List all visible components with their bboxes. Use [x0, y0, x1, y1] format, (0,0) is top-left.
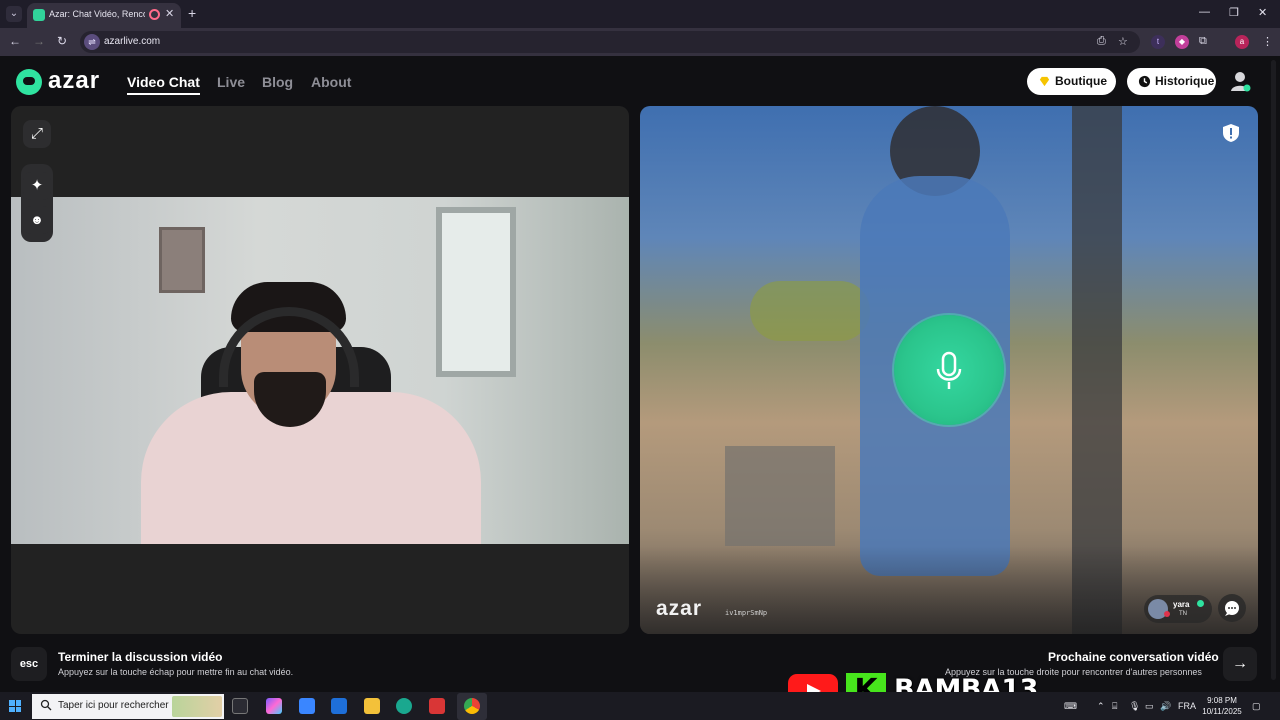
mic-button[interactable]: [894, 315, 1004, 425]
app-icon[interactable]: [429, 698, 445, 714]
shop-label: Boutique: [1055, 74, 1107, 88]
user-avatar-icon[interactable]: [1229, 70, 1251, 92]
background-bin: [725, 446, 835, 546]
end-chat-title: Terminer la discussion vidéo: [58, 650, 223, 664]
background-bush: [750, 281, 870, 341]
expand-icon[interactable]: ⤢: [23, 120, 51, 148]
azar-favicon-icon: [33, 9, 45, 21]
shop-button[interactable]: Boutique: [1027, 68, 1116, 95]
azar-logo-text[interactable]: azar: [48, 67, 100, 95]
outlook-icon[interactable]: [331, 698, 347, 714]
self-camera-feed: [11, 197, 629, 544]
browser-tab[interactable]: Azar: Chat Vidéo, Rencontre ✕: [27, 3, 181, 28]
chat-bubble-icon: [1225, 601, 1239, 616]
tray-overflow-icon[interactable]: ⌃: [1097, 701, 1105, 712]
online-status-icon: [1197, 600, 1204, 607]
browser-tab-bar: ⌄ Azar: Chat Vidéo, Rencontre ✕ + — ❐ ✕: [0, 0, 1280, 28]
esc-key-button[interactable]: esc: [11, 647, 47, 681]
tab-close-button[interactable]: ✕: [165, 7, 174, 20]
windows-start-icon[interactable]: [9, 700, 21, 712]
microphone-tray-icon[interactable]: 🎙: [1129, 701, 1140, 712]
network-icon[interactable]: ⌸: [1112, 701, 1117, 712]
display-icon[interactable]: ▭: [1145, 701, 1154, 712]
url-text[interactable]: azarlive.com: [104, 36, 160, 47]
store-icon[interactable]: [299, 698, 315, 714]
nav-blog[interactable]: Blog: [262, 74, 293, 90]
peer-video-panel: azar iv1mprSmNp yara TN: [640, 106, 1258, 634]
notifications-icon[interactable]: ▢: [1252, 701, 1261, 712]
page-scrollbar[interactable]: [1271, 60, 1276, 680]
tab-title: Azar: Chat Vidéo, Rencontre: [49, 9, 145, 19]
minimize-button[interactable]: —: [1199, 6, 1210, 18]
taskbar-clock[interactable]: 9:08 PM 10/11/2025: [1200, 695, 1244, 717]
address-toolbar: ← → ↻ ⇌ azarlive.com: [0, 28, 1280, 56]
recording-indicator-icon: [149, 9, 160, 20]
nav-about[interactable]: About: [311, 74, 351, 90]
chrome-icon[interactable]: [464, 698, 480, 714]
azar-watermark: azar: [656, 597, 703, 620]
tab-list-button[interactable]: ⌄: [6, 6, 22, 22]
report-shield-icon[interactable]: [1223, 124, 1239, 142]
clock-time: 9:08 PM: [1207, 696, 1237, 705]
bookmark-star-icon[interactable]: ☆: [1118, 35, 1128, 48]
browser-menu-icon[interactable]: ⋮: [1262, 35, 1273, 48]
background-window: [436, 207, 516, 377]
extensions-puzzle-icon[interactable]: ⧉: [1199, 35, 1207, 48]
peer-profile-chip[interactable]: yara TN: [1144, 595, 1212, 623]
azar-logo-icon[interactable]: [16, 69, 42, 95]
taskbar-search-placeholder[interactable]: Taper ici pour rechercher: [58, 700, 169, 711]
nav-live[interactable]: Live: [217, 74, 245, 90]
face-filter-icon[interactable]: ☻: [23, 206, 51, 234]
chat-button[interactable]: [1218, 594, 1246, 622]
self-video-panel: [11, 106, 629, 634]
clock-date: 10/11/2025: [1202, 707, 1242, 716]
background-picture-frame: [159, 227, 205, 293]
country-flag-icon: [1164, 611, 1170, 617]
forward-button[interactable]: →: [33, 34, 45, 48]
history-label: Historique: [1155, 74, 1215, 88]
profile-avatar[interactable]: a: [1235, 35, 1249, 49]
site-info-icon[interactable]: ⇌: [84, 34, 100, 50]
microphone-icon: [936, 351, 962, 389]
history-button[interactable]: Historique: [1127, 68, 1216, 95]
new-tab-button[interactable]: +: [188, 5, 196, 21]
install-app-icon[interactable]: ⎙: [1097, 35, 1106, 48]
file-explorer-icon[interactable]: [364, 698, 380, 714]
next-chat-title: Prochaine conversation vidéo: [1048, 650, 1219, 664]
gem-icon: [1039, 76, 1050, 87]
next-chat-button[interactable]: →: [1223, 647, 1257, 681]
edge-icon[interactable]: [396, 698, 412, 714]
volume-icon[interactable]: 🔊: [1160, 701, 1171, 712]
maximize-button[interactable]: ❐: [1229, 6, 1239, 19]
session-id: iv1mprSmNp: [725, 609, 768, 617]
search-highlight-image: [172, 696, 222, 717]
address-bar[interactable]: [80, 31, 1140, 53]
search-icon: [40, 699, 52, 711]
end-chat-hint: Appuyez sur la touche échap pour mettre …: [58, 667, 294, 677]
task-view-icon[interactable]: [232, 698, 248, 714]
clock-icon: [1138, 75, 1151, 88]
extension-shield-icon[interactable]: ◆: [1175, 35, 1189, 49]
window-close-button[interactable]: ✕: [1258, 6, 1267, 19]
copilot-icon[interactable]: [266, 698, 282, 714]
sparkle-effects-icon[interactable]: ✦: [23, 172, 51, 200]
peer-name: yara: [1173, 600, 1190, 609]
extension-t-icon[interactable]: t: [1151, 35, 1165, 49]
back-button[interactable]: ←: [9, 34, 21, 48]
language-indicator[interactable]: FRA: [1178, 701, 1196, 711]
peer-country: TN: [1179, 611, 1187, 617]
nav-video-chat[interactable]: Video Chat: [127, 74, 200, 95]
keyboard-layout-icon[interactable]: ⌨: [1064, 701, 1077, 712]
reload-button[interactable]: ↻: [57, 34, 67, 48]
